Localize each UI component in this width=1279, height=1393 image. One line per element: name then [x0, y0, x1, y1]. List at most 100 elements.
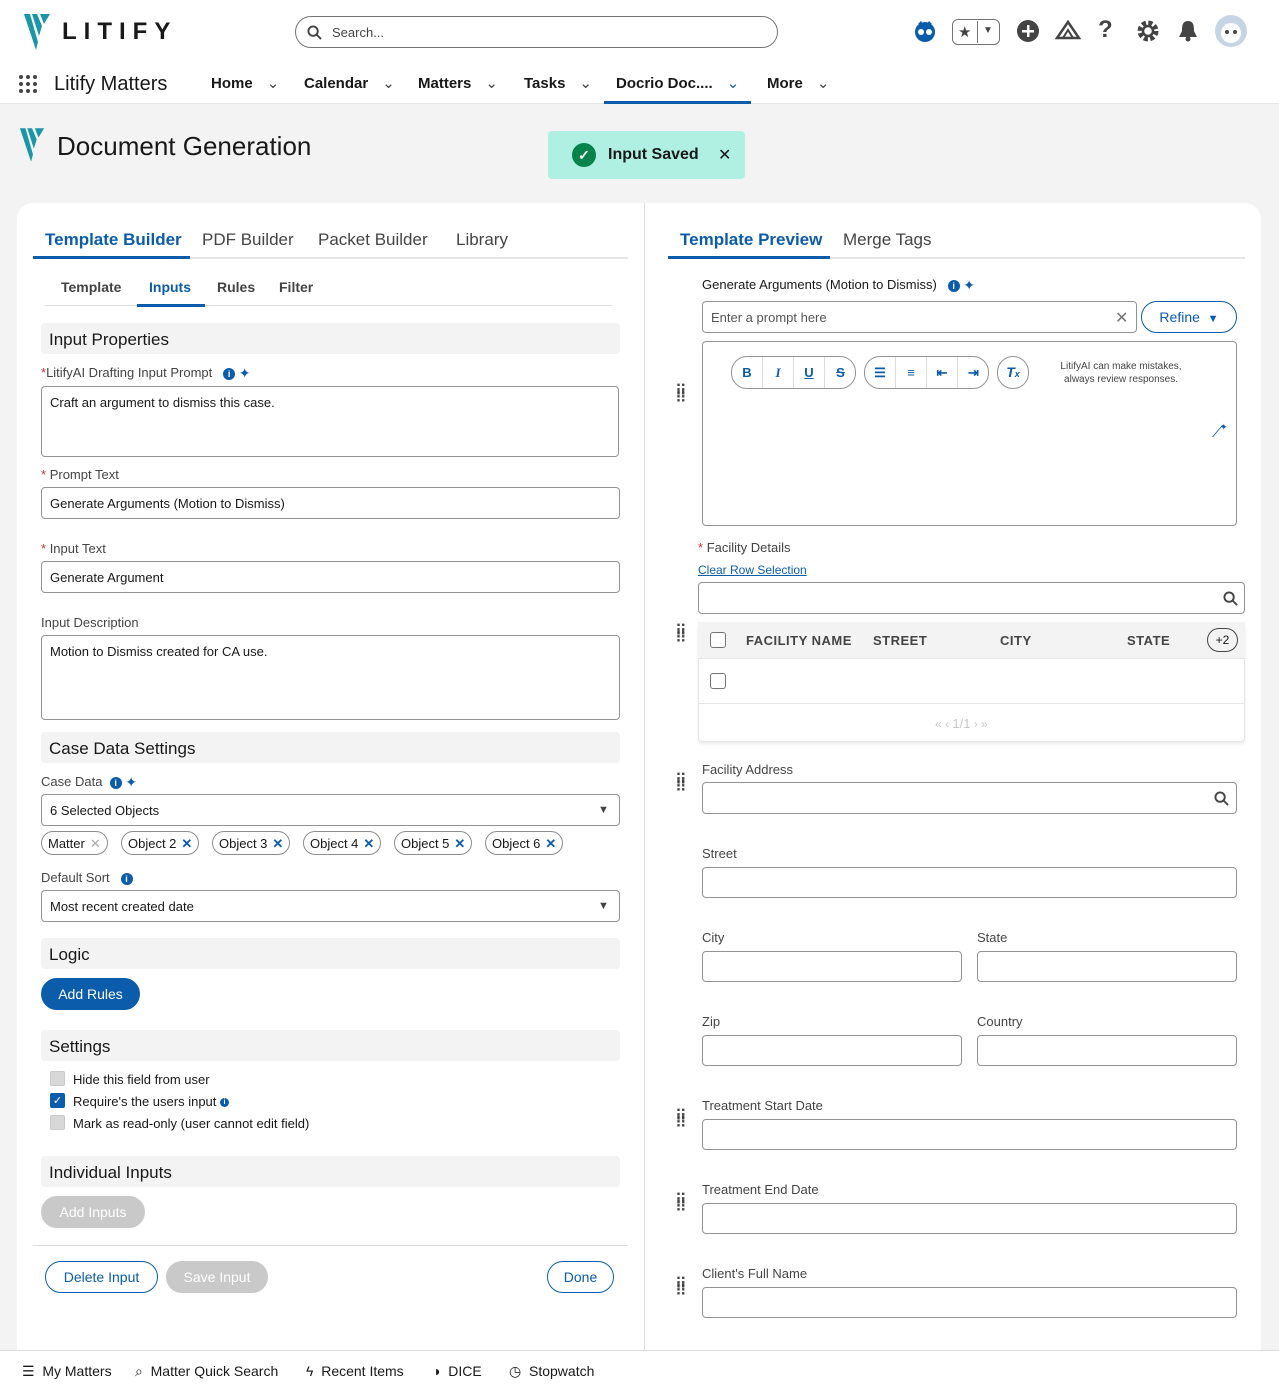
nav-item-calendar[interactable]: Calendar ⌄: [304, 74, 395, 102]
info-icon[interactable]: i: [120, 872, 133, 885]
remove-icon[interactable]: ✕: [272, 836, 283, 851]
delete-input-button[interactable]: Delete Input: [45, 1261, 158, 1293]
done-button[interactable]: Done: [547, 1261, 614, 1293]
treatment-end-date-input[interactable]: [702, 1203, 1237, 1234]
column-facility-name[interactable]: FACILITY NAME: [746, 633, 852, 648]
tab-template-preview[interactable]: Template Preview: [680, 230, 822, 250]
input-description-textarea[interactable]: Motion to Dismiss created for CA use.: [41, 635, 620, 720]
treatment-start-date-input[interactable]: [702, 1119, 1237, 1150]
avatar[interactable]: [1215, 15, 1247, 47]
add-icon[interactable]: [1015, 18, 1041, 44]
state-input[interactable]: [977, 951, 1237, 982]
remove-icon[interactable]: ✕: [545, 836, 556, 851]
add-rules-button[interactable]: Add Rules: [41, 978, 140, 1010]
first-page-icon[interactable]: «: [935, 717, 942, 731]
italic-icon[interactable]: I: [763, 357, 794, 388]
tab-template-builder[interactable]: Template Builder: [45, 230, 182, 250]
drafting-prompt-textarea[interactable]: Craft an argument to dismiss this case.: [41, 386, 619, 457]
select-all-checkbox[interactable]: [710, 632, 726, 648]
column-city[interactable]: CITY: [1000, 633, 1032, 648]
subtab-rules[interactable]: Rules: [217, 279, 255, 295]
subtab-template[interactable]: Template: [61, 279, 121, 295]
more-columns-button[interactable]: +2: [1207, 628, 1238, 652]
readonly-checkbox[interactable]: [50, 1115, 65, 1130]
bell-icon[interactable]: [1175, 18, 1201, 44]
column-state[interactable]: STATE: [1127, 633, 1170, 648]
gear-icon[interactable]: [1135, 18, 1161, 44]
nav-item-home[interactable]: Home ⌄: [211, 74, 279, 102]
row-checkbox[interactable]: [710, 673, 726, 689]
tab-packet-builder[interactable]: Packet Builder: [318, 230, 428, 250]
bullet-list-icon[interactable]: ☰: [865, 357, 896, 388]
column-street[interactable]: STREET: [873, 633, 927, 648]
underline-icon[interactable]: U: [794, 357, 825, 388]
subtab-inputs[interactable]: Inputs: [149, 279, 191, 295]
case-data-select[interactable]: 6 Selected Objects ▼: [41, 794, 620, 826]
input-text-input[interactable]: Generate Argument: [41, 561, 620, 593]
default-sort-select[interactable]: Most recent created date ▼: [41, 890, 620, 922]
remove-icon[interactable]: ✕: [454, 836, 465, 851]
info-icon[interactable]: i: [947, 279, 960, 292]
bold-icon[interactable]: B: [732, 357, 763, 388]
nav-item-tasks[interactable]: Tasks ⌄: [524, 74, 592, 102]
utility-my-matters[interactable]: ☰ My Matters: [22, 1363, 112, 1380]
help-icon[interactable]: ?: [1098, 16, 1113, 44]
drag-handle-icon[interactable]: ⠿ ⠿: [675, 1277, 687, 1300]
street-input[interactable]: [702, 867, 1237, 898]
utility-dice[interactable]: ◑ DICE: [432, 1363, 482, 1379]
require-input-checkbox[interactable]: ✓: [50, 1093, 65, 1108]
trailhead-icon[interactable]: [1055, 18, 1081, 44]
indent-icon[interactable]: ⇥: [958, 357, 989, 388]
tab-library[interactable]: Library: [456, 230, 508, 250]
chevron-down-icon[interactable]: ⌄: [485, 74, 498, 92]
refine-button[interactable]: Refine ▼: [1141, 301, 1237, 333]
info-icon[interactable]: i: [220, 1098, 230, 1108]
nav-item-matters[interactable]: Matters ⌄: [418, 74, 498, 102]
info-icon[interactable]: i: [223, 367, 236, 380]
prompt-text-input[interactable]: Generate Arguments (Motion to Dismiss): [41, 487, 620, 519]
nav-item-docrio[interactable]: Docrio Doc.... ⌄: [604, 74, 752, 104]
remove-icon[interactable]: ✕: [181, 836, 192, 851]
country-input[interactable]: [977, 1035, 1237, 1066]
next-page-icon[interactable]: ›: [974, 717, 978, 731]
chevron-down-icon[interactable]: ⌄: [579, 74, 592, 92]
outdent-icon[interactable]: ⇤: [927, 357, 958, 388]
prev-page-icon[interactable]: ‹: [945, 717, 949, 731]
global-search-input[interactable]: Search...: [295, 16, 778, 48]
hide-field-checkbox[interactable]: [50, 1071, 65, 1086]
strikethrough-icon[interactable]: S: [825, 357, 856, 388]
utility-recent-items[interactable]: ϟ Recent Items: [306, 1363, 404, 1379]
tab-pdf-builder[interactable]: PDF Builder: [202, 230, 294, 250]
tab-merge-tags[interactable]: Merge Tags: [843, 230, 932, 250]
info-icon[interactable]: i: [109, 776, 122, 789]
clear-icon[interactable]: ✕: [1115, 308, 1128, 328]
add-inputs-button[interactable]: Add Inputs: [41, 1196, 145, 1228]
chevron-down-icon[interactable]: ⌄: [817, 74, 830, 92]
facility-search-input[interactable]: [698, 582, 1245, 614]
remove-icon[interactable]: ✕: [363, 836, 374, 851]
drag-handle-icon[interactable]: ⠿ ⠿: [675, 1109, 687, 1132]
favorites-button[interactable]: ★ ▼: [952, 19, 1000, 45]
einstein-icon[interactable]: [912, 18, 938, 44]
clear-format-icon[interactable]: Tx: [997, 356, 1029, 389]
close-icon[interactable]: ✕: [718, 145, 731, 165]
save-input-button[interactable]: Save Input: [166, 1261, 268, 1293]
utility-matter-quick-search[interactable]: ⌕ Matter Quick Search: [135, 1363, 278, 1380]
chevron-down-icon[interactable]: ⌄: [267, 74, 280, 92]
last-page-icon[interactable]: »: [981, 717, 988, 731]
numbered-list-icon[interactable]: ≡: [896, 357, 927, 388]
facility-address-input[interactable]: [702, 782, 1237, 814]
drag-handle-icon[interactable]: ⠿ ⠿: [675, 624, 687, 647]
drag-handle-icon[interactable]: ⠿ ⠿: [675, 1193, 687, 1216]
zip-input[interactable]: [702, 1035, 962, 1066]
drag-handle-icon[interactable]: ⠿ ⠿: [675, 384, 687, 407]
chevron-down-icon[interactable]: ⌄: [727, 74, 740, 92]
client-full-name-input[interactable]: [702, 1287, 1237, 1318]
ai-prompt-input[interactable]: Enter a prompt here ✕: [702, 301, 1137, 333]
clear-row-selection-link[interactable]: Clear Row Selection: [698, 563, 807, 577]
app-launcher-icon[interactable]: [18, 74, 38, 94]
subtab-filter[interactable]: Filter: [279, 279, 313, 295]
drag-handle-icon[interactable]: ⠿ ⠿: [675, 773, 687, 796]
utility-stopwatch[interactable]: ◷ Stopwatch: [509, 1363, 594, 1380]
chevron-down-icon[interactable]: ⌄: [382, 74, 395, 92]
